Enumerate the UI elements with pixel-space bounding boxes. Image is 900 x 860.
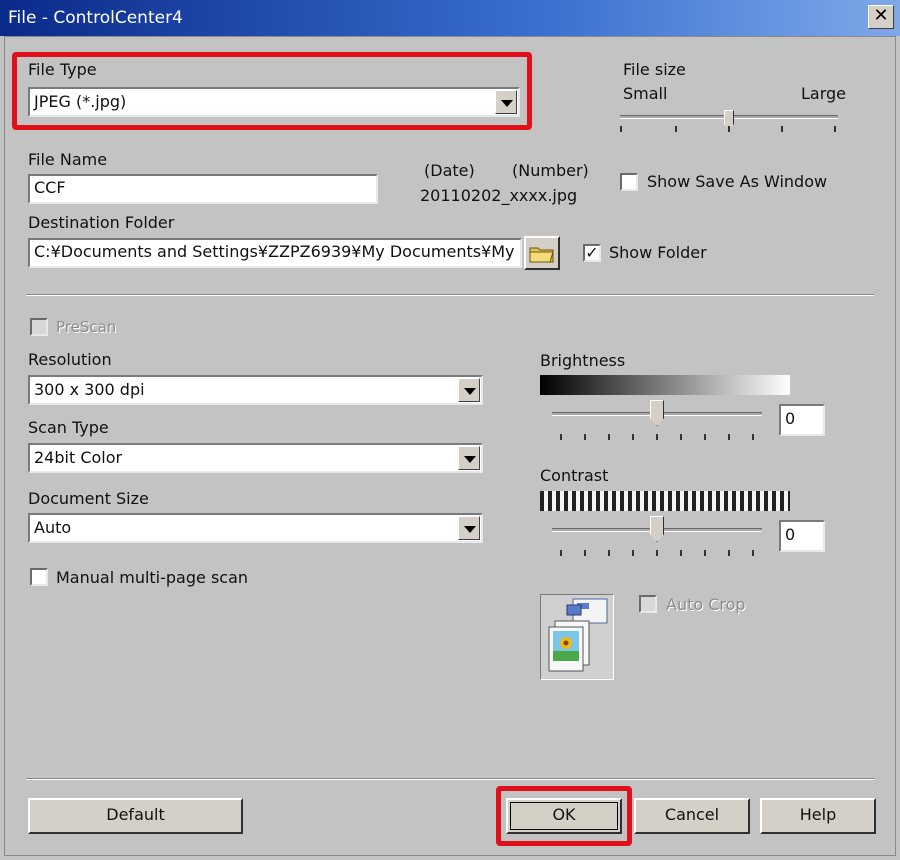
tick xyxy=(680,434,682,440)
tick xyxy=(560,434,562,440)
tick xyxy=(620,126,622,132)
file-name-input[interactable]: CCF xyxy=(28,174,378,204)
brightness-value-input[interactable]: 0 xyxy=(779,404,825,436)
document-size-value: Auto xyxy=(34,518,72,537)
scan-type-label: Scan Type xyxy=(28,418,109,437)
tick xyxy=(584,434,586,440)
file-type-select[interactable]: JPEG (*.jpg) xyxy=(28,87,520,117)
date-label: (Date) xyxy=(424,161,475,180)
resolution-label: Resolution xyxy=(28,350,112,369)
contrast-label: Contrast xyxy=(540,466,609,485)
chevron-down-icon[interactable] xyxy=(495,90,517,114)
contrast-value-input[interactable]: 0 xyxy=(779,520,825,552)
brightness-slider[interactable] xyxy=(552,400,762,444)
separator xyxy=(26,778,874,780)
tick xyxy=(752,434,754,440)
tick xyxy=(680,550,682,556)
separator xyxy=(26,294,874,296)
file-size-small-label: Small xyxy=(623,84,668,103)
auto-crop-preview-icon xyxy=(540,594,614,680)
tick xyxy=(834,126,836,132)
file-name-label: File Name xyxy=(28,150,108,169)
chevron-down-icon[interactable] xyxy=(458,378,480,402)
contrast-slider[interactable] xyxy=(552,516,762,560)
tick xyxy=(675,126,677,132)
tick xyxy=(728,550,730,556)
document-size-select[interactable]: Auto xyxy=(28,513,483,543)
chevron-down-icon[interactable] xyxy=(458,516,480,540)
resolution-value: 300 x 300 dpi xyxy=(34,380,145,399)
contrast-ticks xyxy=(560,550,754,556)
tick xyxy=(584,550,586,556)
close-button[interactable]: ✕ xyxy=(868,5,894,29)
file-size-label: File size xyxy=(623,60,686,79)
manual-multipage-label: Manual multi-page scan xyxy=(56,568,249,587)
window-title: File - ControlCenter4 xyxy=(8,8,183,28)
photo-stack-icon xyxy=(548,598,608,672)
prescan-label: PreScan xyxy=(56,318,117,336)
prescan-checkbox[interactable] xyxy=(30,318,48,336)
resolution-select[interactable]: 300 x 300 dpi xyxy=(28,375,483,405)
folder-icon xyxy=(529,247,554,263)
tick xyxy=(632,550,634,556)
chevron-down-icon[interactable] xyxy=(458,446,480,470)
cancel-button[interactable]: Cancel xyxy=(634,798,750,834)
file-type-label: File Type xyxy=(28,60,97,79)
brightness-thumb[interactable] xyxy=(650,400,664,426)
default-button[interactable]: Default xyxy=(28,798,243,834)
contrast-thumb[interactable] xyxy=(650,516,664,542)
contrast-pattern xyxy=(540,491,790,511)
tick xyxy=(608,434,610,440)
tick xyxy=(632,434,634,440)
brightness-ticks xyxy=(560,434,754,440)
scan-type-select[interactable]: 24bit Color xyxy=(28,443,483,473)
help-button[interactable]: Help xyxy=(760,798,876,834)
tick xyxy=(728,434,730,440)
file-type-value: JPEG (*.jpg) xyxy=(34,92,127,111)
manual-multipage-checkbox[interactable] xyxy=(30,568,48,586)
scan-type-value: 24bit Color xyxy=(34,448,123,467)
show-folder-label: Show Folder xyxy=(609,243,707,262)
tick xyxy=(704,434,706,440)
brightness-label: Brightness xyxy=(540,351,626,370)
file-size-slider[interactable] xyxy=(620,110,838,140)
destination-folder-label: Destination Folder xyxy=(28,213,175,232)
auto-crop-checkbox[interactable] xyxy=(639,595,657,613)
tick xyxy=(752,550,754,556)
ok-button[interactable]: OK xyxy=(506,798,622,834)
brightness-gradient xyxy=(540,375,790,395)
number-label: (Number) xyxy=(512,161,589,180)
show-save-as-checkbox[interactable] xyxy=(620,173,638,191)
show-folder-checkbox[interactable]: ✓ xyxy=(583,244,601,262)
destination-folder-input[interactable]: C:¥Documents and Settings¥ZZPZ6939¥My Do… xyxy=(28,238,522,268)
title-bar: File - ControlCenter4 xyxy=(0,0,900,36)
tick xyxy=(608,550,610,556)
tick xyxy=(728,126,730,132)
file-size-large-label: Large xyxy=(801,84,847,103)
auto-crop-label: Auto Crop xyxy=(666,595,746,614)
tick xyxy=(704,550,706,556)
tick xyxy=(560,550,562,556)
browse-button[interactable] xyxy=(524,236,560,270)
tick xyxy=(656,550,658,556)
file-name-example: 20110202_xxxx.jpg xyxy=(420,186,578,205)
show-save-as-label: Show Save As Window xyxy=(647,172,828,191)
document-size-label: Document Size xyxy=(28,489,149,508)
tick xyxy=(781,126,783,132)
tick xyxy=(656,434,658,440)
